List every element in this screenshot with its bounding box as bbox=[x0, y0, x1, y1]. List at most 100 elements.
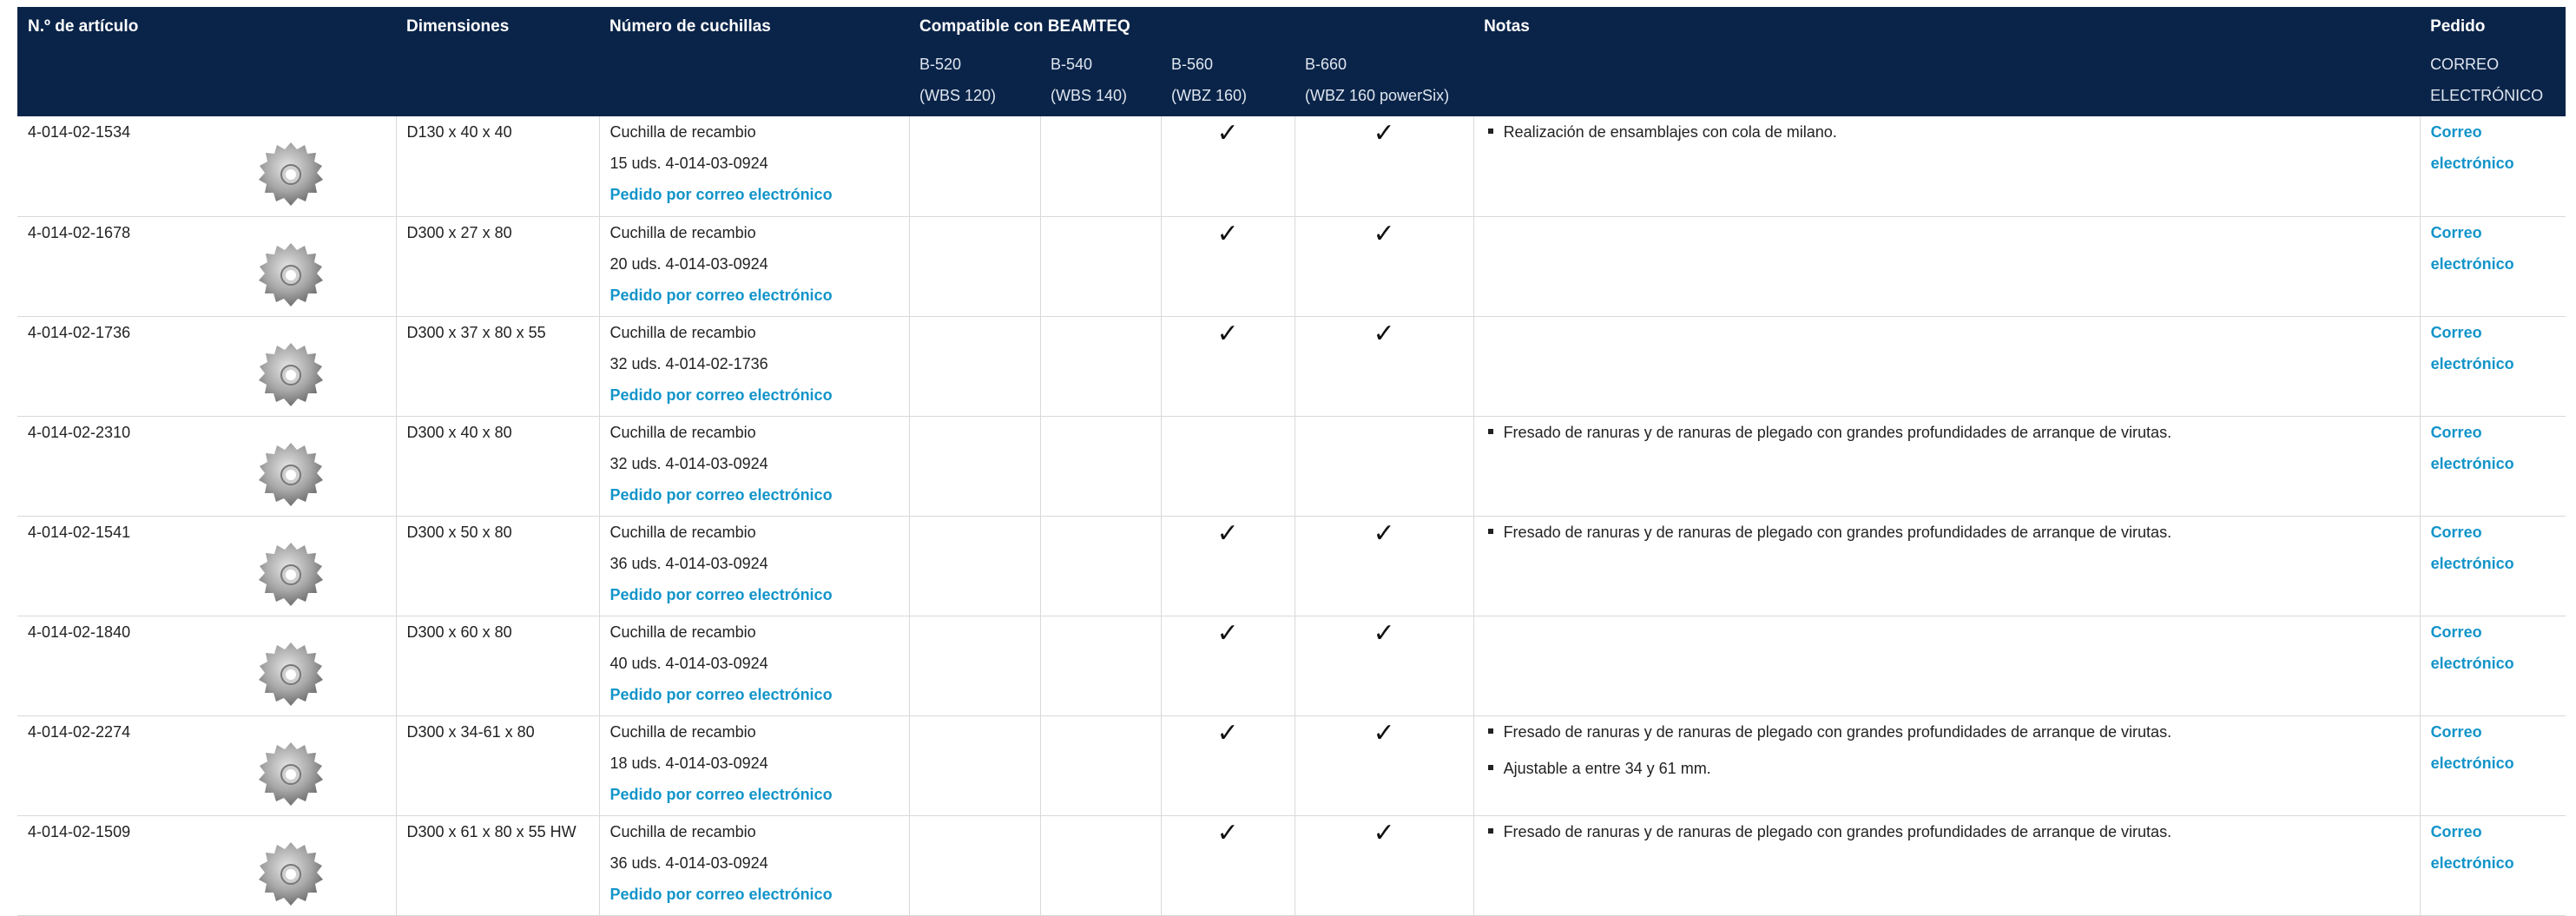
art-number: 4-014-02-1541 bbox=[17, 516, 257, 616]
email-order-link[interactable]: electrónico bbox=[2431, 448, 2556, 479]
order-by-email-link[interactable]: Pedido por correo electrónico bbox=[610, 379, 899, 411]
email-order-link[interactable]: Correo bbox=[2431, 816, 2556, 847]
email-order-link[interactable]: electrónico bbox=[2431, 248, 2556, 280]
email-order-link[interactable]: electrónico bbox=[2431, 148, 2556, 179]
header-order-sub: ELECTRÓNICO bbox=[2420, 83, 2566, 116]
compat-check-b660: ✓ bbox=[1294, 216, 1474, 317]
compat-check-b520 bbox=[908, 616, 1041, 716]
bullet-icon bbox=[1487, 528, 1493, 534]
email-order-link[interactable]: Correo bbox=[2431, 716, 2556, 748]
email-order-link[interactable]: electrónico bbox=[2431, 348, 2556, 379]
compat-check-b660: ✓ bbox=[1294, 815, 1474, 916]
email-order-link[interactable]: electrónico bbox=[2431, 748, 2556, 779]
order-cell: Correo electrónico bbox=[2419, 416, 2566, 517]
compat-check-b520 bbox=[908, 116, 1041, 217]
dimensions-cell: D130 x 40 x 40 bbox=[395, 116, 600, 217]
email-order-link[interactable]: electrónico bbox=[2431, 847, 2556, 879]
order-by-email-link[interactable]: Pedido por correo electrónico bbox=[610, 679, 899, 710]
cutter-blade-icon bbox=[257, 541, 325, 609]
notes-cell bbox=[1472, 216, 2421, 317]
compat-check-b560: ✓ bbox=[1160, 815, 1295, 916]
table-row: 4-014-02-1736 D300 x 37 x 80 x 55 Cuchil… bbox=[17, 316, 2566, 417]
art-number: 4-014-02-1840 bbox=[17, 616, 257, 716]
order-by-email-link[interactable]: Pedido por correo electrónico bbox=[610, 879, 899, 910]
bullet-icon bbox=[1487, 428, 1493, 434]
compat-check-b540 bbox=[1039, 815, 1162, 916]
email-order-link[interactable]: electrónico bbox=[2431, 648, 2556, 679]
dimensions-cell: D300 x 50 x 80 bbox=[395, 516, 600, 616]
order-cell: Correo electrónico bbox=[2419, 815, 2566, 916]
compat-check-b560: ✓ bbox=[1160, 616, 1295, 716]
order-by-email-link[interactable]: Pedido por correo electrónico bbox=[610, 479, 899, 511]
dimensions-cell: D300 x 61 x 80 x 55 HW bbox=[395, 815, 600, 916]
compat-check-b560: ✓ bbox=[1160, 116, 1295, 217]
cutter-blade-icon bbox=[257, 241, 325, 309]
blades-cell: Cuchilla de recambio 40 uds. 4-014-03-09… bbox=[598, 616, 910, 716]
art-number: 4-014-02-1509 bbox=[17, 815, 257, 916]
table-row: 4-014-02-1840 D300 x 60 x 80 Cuchilla de… bbox=[17, 616, 2566, 716]
note-text: Fresado de ranuras y de ranuras de plega… bbox=[1503, 722, 2172, 741]
product-image-cell bbox=[257, 616, 397, 716]
blades-cell: Cuchilla de recambio 36 uds. 4-014-03-09… bbox=[598, 815, 910, 916]
blades-cell: Cuchilla de recambio 20 uds. 4-014-03-09… bbox=[598, 216, 910, 317]
table-body: 4-014-02-1534 D130 x 40 x 40 Cuchilla de… bbox=[17, 116, 2566, 916]
note-item: Fresado de ranuras y de ranuras de plega… bbox=[1485, 716, 2409, 748]
notes-cell: Realización de ensamblajes con cola de m… bbox=[1472, 116, 2421, 217]
compat-check-b560: ✓ bbox=[1160, 715, 1295, 816]
compat-check-b560: ✓ bbox=[1160, 216, 1295, 317]
compat-check-b520 bbox=[908, 815, 1041, 916]
email-order-link[interactable]: Correo bbox=[2431, 317, 2556, 348]
cutter-blade-icon bbox=[257, 840, 325, 908]
email-order-link[interactable]: Correo bbox=[2431, 417, 2556, 448]
email-order-link[interactable]: Correo bbox=[2431, 616, 2556, 648]
email-order-link[interactable]: Correo bbox=[2431, 116, 2556, 148]
dimensions-cell: D300 x 27 x 80 bbox=[395, 216, 600, 317]
art-number: 4-014-02-1736 bbox=[17, 316, 257, 417]
header-order: Pedido bbox=[2420, 7, 2566, 52]
email-order-link[interactable]: Correo bbox=[2431, 517, 2556, 548]
compat-check-b540 bbox=[1039, 715, 1162, 816]
header-art-no: N.º de artículo bbox=[17, 7, 397, 52]
art-number: 4-014-02-1678 bbox=[17, 216, 257, 317]
order-by-email-link[interactable]: Pedido por correo electrónico bbox=[610, 779, 899, 810]
note-text: Fresado de ranuras y de ranuras de plega… bbox=[1503, 822, 2172, 840]
bullet-icon bbox=[1487, 129, 1493, 134]
header-compatible: Compatible con BEAMTEQ bbox=[909, 7, 1474, 52]
product-image-cell bbox=[257, 516, 397, 616]
cutter-blade-icon bbox=[257, 141, 325, 208]
order-cell: Correo electrónico bbox=[2419, 216, 2566, 317]
order-by-email-link[interactable]: Pedido por correo electrónico bbox=[610, 579, 899, 610]
note-text: Fresado de ranuras y de ranuras de plega… bbox=[1503, 523, 2172, 541]
email-order-link[interactable]: electrónico bbox=[2431, 548, 2556, 579]
product-image-cell bbox=[257, 715, 397, 816]
product-image-cell bbox=[257, 416, 397, 517]
order-by-email-link[interactable]: Pedido por correo electrónico bbox=[610, 280, 899, 311]
order-cell: Correo electrónico bbox=[2419, 516, 2566, 616]
notes-cell: Fresado de ranuras y de ranuras de plega… bbox=[1472, 516, 2421, 616]
compat-check-b560: ✓ bbox=[1160, 316, 1295, 417]
compat-check-b560 bbox=[1160, 416, 1295, 517]
compat-check-b520 bbox=[908, 216, 1041, 317]
header-machine-model: B-660 bbox=[1295, 52, 1474, 83]
note-text: Realización de ensamblajes con cola de m… bbox=[1503, 123, 1837, 141]
note-item: Fresado de ranuras y de ranuras de plega… bbox=[1485, 517, 2409, 548]
order-by-email-link[interactable]: Pedido por correo electrónico bbox=[610, 179, 899, 210]
compat-check-b660: ✓ bbox=[1294, 116, 1474, 217]
table-row: 4-014-02-1541 D300 x 50 x 80 Cuchilla de… bbox=[17, 516, 2566, 616]
notes-cell bbox=[1472, 616, 2421, 716]
compat-check-b560: ✓ bbox=[1160, 516, 1295, 616]
email-order-link[interactable]: Correo bbox=[2431, 217, 2556, 248]
note-item: Fresado de ranuras y de ranuras de plega… bbox=[1485, 417, 2409, 448]
bullet-icon bbox=[1487, 764, 1493, 770]
product-image-cell bbox=[257, 316, 397, 417]
table-row: 4-014-02-1534 D130 x 40 x 40 Cuchilla de… bbox=[17, 116, 2566, 217]
blades-cell: Cuchilla de recambio 15 uds. 4-014-03-09… bbox=[598, 116, 910, 217]
table-row: 4-014-02-2310 D300 x 40 x 80 Cuchilla de… bbox=[17, 416, 2566, 517]
cutter-blade-icon bbox=[257, 741, 325, 808]
blades-cell: Cuchilla de recambio 18 uds. 4-014-03-09… bbox=[598, 715, 910, 816]
order-cell: Correo electrónico bbox=[2419, 116, 2566, 217]
header-machine-code: (WBZ 160 powerSix) bbox=[1295, 83, 1474, 116]
compat-check-b660: ✓ bbox=[1294, 616, 1474, 716]
compat-check-b520 bbox=[908, 416, 1041, 517]
header-order-sub: CORREO bbox=[2420, 52, 2566, 83]
